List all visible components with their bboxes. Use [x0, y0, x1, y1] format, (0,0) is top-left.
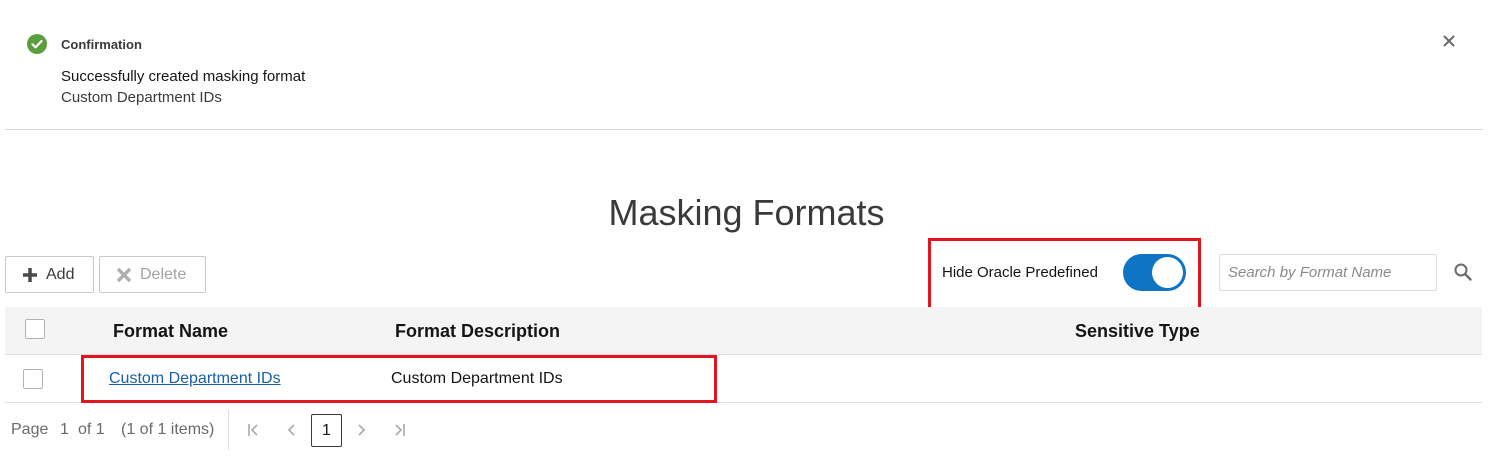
confirmation-banner: Confirmation Successfully created maskin…	[5, 0, 1483, 130]
delete-button-label: Delete	[140, 265, 187, 283]
plus-icon	[23, 267, 37, 282]
banner-title: Confirmation	[61, 37, 142, 52]
format-description-cell: Custom Department IDs	[391, 370, 563, 387]
page-of-label: of 1	[78, 421, 105, 438]
delete-x-icon	[116, 267, 132, 282]
format-name-link[interactable]: Custom Department IDs	[109, 370, 281, 388]
pagination-divider	[228, 410, 229, 450]
search-icon[interactable]	[1453, 262, 1473, 282]
add-button-label: Add	[46, 265, 75, 283]
first-page-icon[interactable]	[246, 422, 260, 438]
column-header-sensitive-type[interactable]: Sensitive Type	[1075, 321, 1200, 342]
close-icon[interactable]	[1441, 33, 1457, 49]
column-header-format-description[interactable]: Format Description	[395, 321, 560, 342]
items-count: (1 of 1 items)	[121, 421, 215, 438]
row-checkbox[interactable]	[23, 369, 43, 389]
page-label: Page	[11, 421, 49, 438]
last-page-icon[interactable]	[393, 422, 407, 438]
add-button[interactable]: Add	[5, 256, 94, 293]
banner-detail: Custom Department IDs	[61, 89, 222, 106]
previous-page-icon[interactable]	[286, 422, 298, 438]
current-page-button[interactable]: 1	[311, 414, 342, 447]
next-page-icon[interactable]	[355, 422, 367, 438]
table-header: Format Name Format Description Sensitive…	[5, 307, 1482, 355]
select-all-checkbox[interactable]	[25, 319, 45, 339]
success-check-icon	[27, 34, 47, 54]
delete-button[interactable]: Delete	[99, 256, 206, 293]
hide-oracle-predefined-label: Hide Oracle Predefined	[942, 264, 1098, 281]
table-row: Custom Department IDs Custom Department …	[5, 355, 1482, 403]
page-title: Masking Formats	[608, 192, 885, 233]
column-header-format-name[interactable]: Format Name	[113, 321, 228, 342]
hide-oracle-predefined-toggle[interactable]	[1123, 254, 1186, 291]
toggle-knob	[1152, 257, 1183, 288]
page-number: 1	[60, 421, 69, 438]
search-input[interactable]	[1219, 254, 1437, 291]
banner-message: Successfully created masking format	[61, 68, 306, 85]
